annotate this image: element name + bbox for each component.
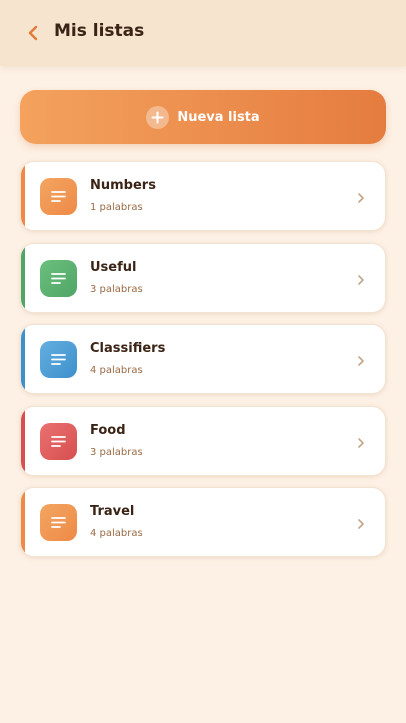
list-name: Useful <box>90 259 137 275</box>
page-title: Mis listas <box>54 21 145 41</box>
color-stripe <box>21 162 25 230</box>
word-count: 3 palabras <box>90 446 143 458</box>
chevron-right-icon <box>355 516 367 530</box>
list-card[interactable]: Numbers 1 palabras <box>20 161 386 231</box>
list-card[interactable]: Useful 3 palabras <box>20 242 386 313</box>
word-count: 3 palabras <box>90 283 143 295</box>
list-name: Food <box>90 422 126 438</box>
list-card[interactable]: Food 3 palabras <box>20 405 386 476</box>
word-lists: Numbers 1 palabras Useful 3 palabras Classif… <box>20 161 386 569</box>
word-count: 1 palabras <box>90 202 143 213</box>
color-stripe <box>21 406 25 475</box>
color-stripe <box>21 488 25 556</box>
chevron-left-icon <box>28 25 38 41</box>
list-icon <box>40 178 77 215</box>
color-stripe <box>21 325 25 393</box>
list-icon <box>40 422 77 460</box>
list-card[interactable]: Classifiers 4 palabras <box>20 324 386 394</box>
list-name: Travel <box>90 504 135 519</box>
chevron-right-icon <box>355 435 367 449</box>
top-bar: Mis listas <box>0 0 406 66</box>
list-card[interactable]: Travel 4 palabras <box>20 487 386 557</box>
list-icon <box>40 504 77 541</box>
list-name: Numbers <box>90 178 156 193</box>
list-name: Classifiers <box>90 341 166 356</box>
plus-icon <box>146 105 170 129</box>
new-list-label: Nueva lista <box>177 109 260 125</box>
chevron-right-icon <box>355 353 367 367</box>
chevron-right-icon <box>355 272 367 286</box>
chevron-right-icon <box>355 190 367 204</box>
back-button[interactable] <box>22 22 44 44</box>
list-icon <box>40 341 77 378</box>
new-list-button[interactable]: Nueva lista <box>20 90 386 144</box>
word-count: 4 palabras <box>90 365 143 376</box>
color-stripe <box>21 243 25 312</box>
word-count: 4 palabras <box>90 528 143 539</box>
list-icon <box>40 259 77 297</box>
